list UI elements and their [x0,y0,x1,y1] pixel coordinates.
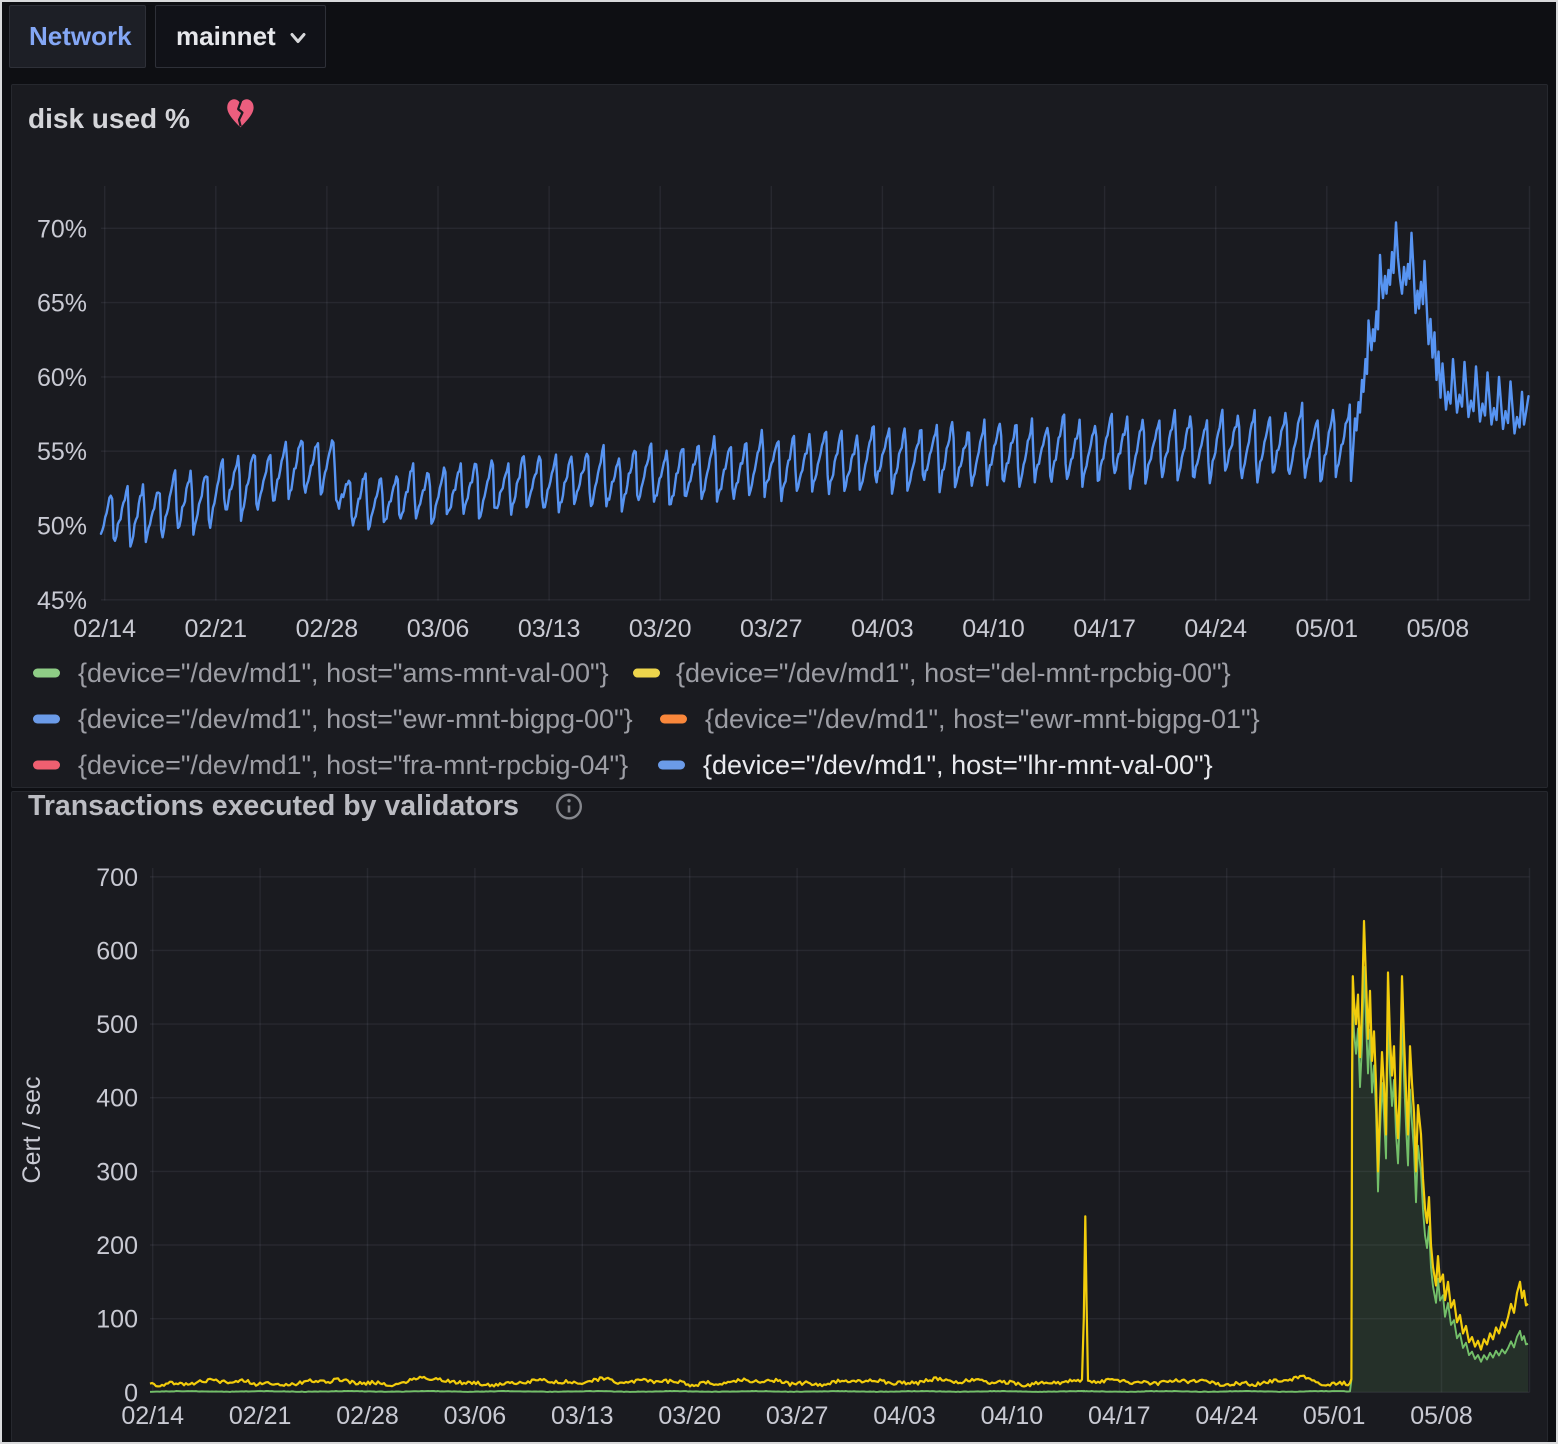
svg-text:03/13: 03/13 [551,1402,614,1430]
svg-text:200: 200 [96,1232,138,1260]
svg-text:03/27: 03/27 [766,1402,829,1430]
svg-text:100: 100 [96,1306,138,1334]
svg-text:600: 600 [96,937,138,965]
svg-text:04/17: 04/17 [1088,1402,1151,1430]
svg-text:55%: 55% [37,438,87,466]
svg-text:03/06: 03/06 [444,1402,507,1430]
svg-text:04/24: 04/24 [1184,615,1247,643]
svg-text:03/13: 03/13 [518,615,581,643]
svg-text:02/21: 02/21 [229,1402,292,1430]
svg-text:70%: 70% [37,215,87,243]
svg-text:03/20: 03/20 [629,615,692,643]
svg-text:60%: 60% [37,364,87,392]
svg-text:400: 400 [96,1085,138,1113]
svg-text:05/01: 05/01 [1296,615,1359,643]
svg-text:05/08: 05/08 [1410,1402,1473,1430]
svg-text:03/20: 03/20 [658,1402,721,1430]
svg-text:04/10: 04/10 [981,1402,1044,1430]
svg-text:04/17: 04/17 [1073,615,1136,643]
svg-text:300: 300 [96,1158,138,1186]
svg-text:05/01: 05/01 [1303,1402,1366,1430]
svg-text:45%: 45% [37,587,87,615]
svg-text:500: 500 [96,1011,138,1039]
svg-text:700: 700 [96,864,138,892]
svg-text:02/14: 02/14 [121,1402,184,1430]
svg-text:03/06: 03/06 [407,615,470,643]
svg-text:04/24: 04/24 [1195,1402,1258,1430]
svg-text:04/03: 04/03 [851,615,914,643]
svg-text:02/28: 02/28 [336,1402,399,1430]
svg-text:65%: 65% [37,290,87,318]
svg-text:04/03: 04/03 [873,1402,936,1430]
svg-text:02/28: 02/28 [296,615,359,643]
svg-text:03/27: 03/27 [740,615,803,643]
svg-text:04/10: 04/10 [962,615,1025,643]
svg-text:Cert / sec: Cert / sec [18,1077,46,1184]
svg-text:02/21: 02/21 [185,615,248,643]
svg-text:02/14: 02/14 [73,615,136,643]
svg-text:50%: 50% [37,513,87,541]
svg-text:05/08: 05/08 [1407,615,1470,643]
